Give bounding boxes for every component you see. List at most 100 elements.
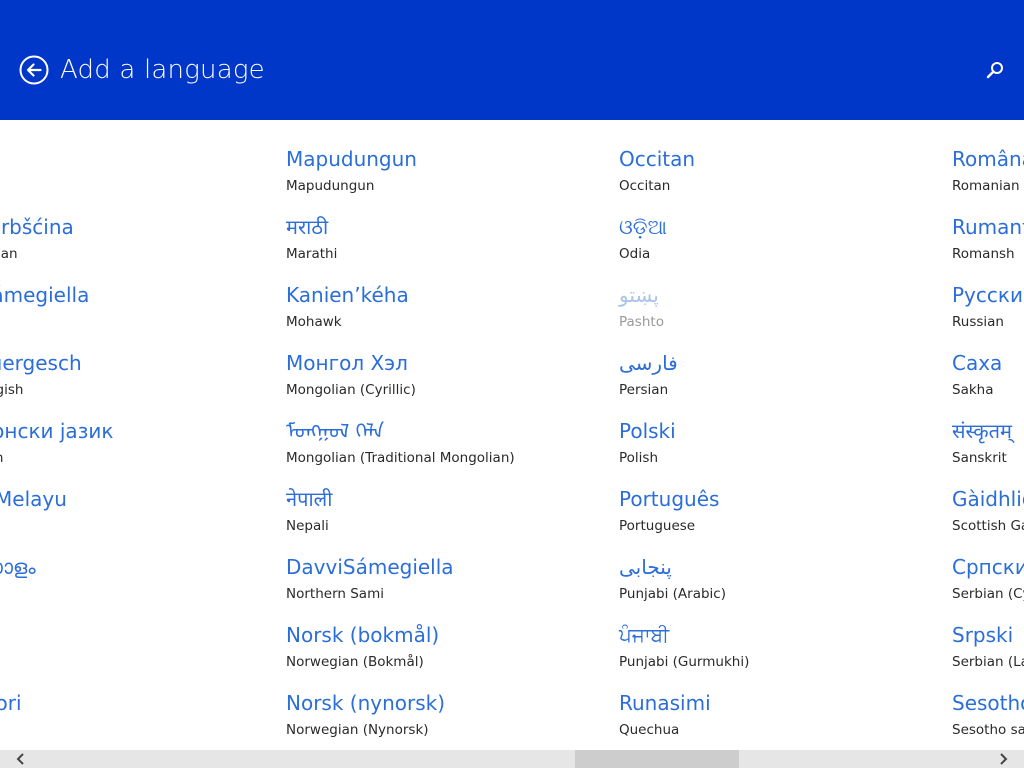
- language-item[interactable]: Occitan Occitan: [619, 144, 919, 204]
- language-item[interactable]: Srpski Serbian (Latin): [952, 620, 1024, 680]
- arrow-left-circle-icon: [19, 55, 49, 85]
- language-english-name: Scottish Gaelic: [952, 518, 1024, 534]
- language-native-name: پنجابی: [619, 555, 672, 579]
- app-header: Add a language: [0, 0, 1024, 120]
- language-native-name: Português: [619, 487, 720, 511]
- language-native-name: Саха: [952, 351, 1003, 375]
- language-english-name: Russian: [952, 314, 1004, 330]
- language-native-name: ോാളം: [0, 555, 36, 579]
- language-item[interactable]: Sesotho Sesotho sa Leboa: [952, 688, 1024, 748]
- language-english-name: Sanskrit: [952, 450, 1007, 466]
- language-item[interactable]: DavviSámegiella Northern Sami: [286, 552, 586, 612]
- language-native-name: Српски: [952, 555, 1024, 579]
- language-item[interactable]: Kanien’kéha Mohawk: [286, 280, 586, 340]
- language-english-name: Polish: [619, 450, 659, 466]
- language-native-name: ਪੰਜਾਬੀ: [619, 623, 670, 647]
- language-native-name: संस्कृतम्: [952, 419, 1013, 443]
- language-item[interactable]: Gàidhlig Scottish Gaelic: [952, 484, 1024, 544]
- language-native-name: oserbšćina: [0, 215, 74, 239]
- language-item[interactable]: едонски јазик onian: [0, 416, 266, 476]
- language-english-name: Mohawk: [286, 314, 342, 330]
- language-native-name: Sesotho: [952, 691, 1024, 715]
- language-item[interactable]: Саха Sakha: [952, 348, 1024, 408]
- language-item[interactable]: پښتو Pashto: [619, 280, 919, 340]
- language-english-name: Occitan: [619, 178, 671, 194]
- language-item[interactable]: Runasimi Quechua: [619, 688, 919, 748]
- page-title: Add a language: [60, 55, 265, 85]
- language-item[interactable]: ോാളംam: [0, 552, 266, 612]
- language-item[interactable]: नेपाली Nepali: [286, 484, 586, 544]
- language-english-name: Punjabi (Arabic): [619, 586, 726, 602]
- language-native-name: Māori: [0, 691, 22, 715]
- language-item[interactable]: ɔbuergesch ɔourgish: [0, 348, 266, 408]
- language-item[interactable]: sa Melayu: [0, 484, 266, 544]
- language-item[interactable]: ਪੰਜਾਬੀ Punjabi (Gurmukhi): [619, 620, 919, 680]
- language-native-name: DavviSámegiella: [286, 555, 454, 579]
- language-english-name: Portuguese: [619, 518, 696, 534]
- language-item[interactable]: ᠮᠣᠩᠭᠣᠯ ᠬᠡᠯᠡ Mongolian (Traditional Mongol…: [286, 416, 586, 476]
- language-item[interactable]: Русский Russian: [952, 280, 1024, 340]
- language-item[interactable]: Polski Polish: [619, 416, 919, 476]
- language-english-name: Pashto: [619, 314, 664, 330]
- language-native-name: پښتو: [619, 283, 659, 307]
- scrollbar-thumb[interactable]: [575, 750, 739, 768]
- horizontal-scrollbar[interactable]: [0, 750, 1024, 768]
- language-native-name: Srpski: [952, 623, 1014, 647]
- language-item[interactable]: Монгол Хэл Mongolian (Cyrillic): [286, 348, 586, 408]
- language-english-name: Sakha: [952, 382, 994, 398]
- language-native-name: Norsk (nynorsk): [286, 691, 446, 715]
- language-english-name: ɔourgish: [0, 382, 24, 398]
- language-item[interactable]: संस्कृतम् Sanskrit: [952, 416, 1024, 476]
- language-native-name: नेपाली: [286, 487, 333, 511]
- language-item[interactable]: Mapudungun Mapudungun: [286, 144, 586, 204]
- language-item[interactable]: uSámegiellami: [0, 280, 266, 340]
- language-grid: viuian oserbšćina Sorbian uSámegiellami ɔbue…: [0, 120, 1024, 750]
- language-english-name: Persian: [619, 382, 669, 398]
- language-english-name: Romansh: [952, 246, 1015, 262]
- language-item[interactable]: मराठी Marathi: [286, 212, 586, 272]
- language-item[interactable]: Српски Serbian (Cyrillic): [952, 552, 1024, 612]
- language-native-name: فارسی: [619, 351, 678, 375]
- language-native-name: Kanien’kéha: [286, 283, 409, 307]
- language-english-name: Nepali: [286, 518, 329, 534]
- language-english-name: Northern Sami: [286, 586, 384, 602]
- language-native-name: ɔbuergesch: [0, 351, 82, 375]
- language-english-name: Sesotho sa Leboa: [952, 722, 1024, 738]
- language-native-name: Mapudungun: [286, 147, 417, 171]
- search-icon: [986, 62, 1003, 79]
- scroll-left-button[interactable]: [12, 750, 30, 768]
- language-english-name: Marathi: [286, 246, 338, 262]
- language-native-name: Gàidhlig: [952, 487, 1024, 511]
- language-item[interactable]: oserbšćina Sorbian: [0, 212, 266, 272]
- language-english-name: Mongolian (Cyrillic): [286, 382, 416, 398]
- language-native-name: Русский: [952, 283, 1024, 307]
- language-native-name: Rumantsch: [952, 215, 1024, 239]
- language-native-name: sa Melayu: [0, 487, 67, 511]
- chevron-left-icon: [16, 753, 24, 765]
- language-item[interactable]: Português Portuguese: [619, 484, 919, 544]
- language-english-name: Punjabi (Gurmukhi): [619, 654, 750, 670]
- back-button[interactable]: [19, 55, 49, 85]
- language-english-name: Sorbian: [0, 246, 18, 262]
- language-native-name: Монгол Хэл: [286, 351, 408, 375]
- language-item[interactable]: پنجابی Punjabi (Arabic): [619, 552, 919, 612]
- language-item[interactable]: Română Romanian: [952, 144, 1024, 204]
- search-button[interactable]: [982, 58, 1008, 84]
- language-item[interactable]: Norsk (bokmål) Norwegian (Bokmål): [286, 620, 586, 680]
- language-item[interactable]: Māori: [0, 688, 266, 748]
- language-item[interactable]: Rumantsch Romansh: [952, 212, 1024, 272]
- language-item[interactable]: e: [0, 620, 266, 680]
- language-native-name: Norsk (bokmål): [286, 623, 440, 647]
- language-native-name: uSámegiella: [0, 283, 90, 307]
- language-item[interactable]: ଓଡ଼ିଆ Odia: [619, 212, 919, 272]
- language-english-name: onian: [0, 448, 3, 468]
- scroll-right-button[interactable]: [994, 750, 1012, 768]
- language-english-name: Serbian (Cyrillic): [952, 586, 1024, 602]
- language-english-name: Norwegian (Nynorsk): [286, 722, 429, 738]
- language-item[interactable]: فارسی Persian: [619, 348, 919, 408]
- language-native-name: मराठी: [286, 215, 329, 239]
- language-native-name: Polski: [619, 419, 676, 443]
- language-native-name: едонски јазик: [0, 419, 114, 443]
- language-item[interactable]: viuian: [0, 144, 266, 204]
- language-item[interactable]: Norsk (nynorsk) Norwegian (Nynorsk): [286, 688, 586, 748]
